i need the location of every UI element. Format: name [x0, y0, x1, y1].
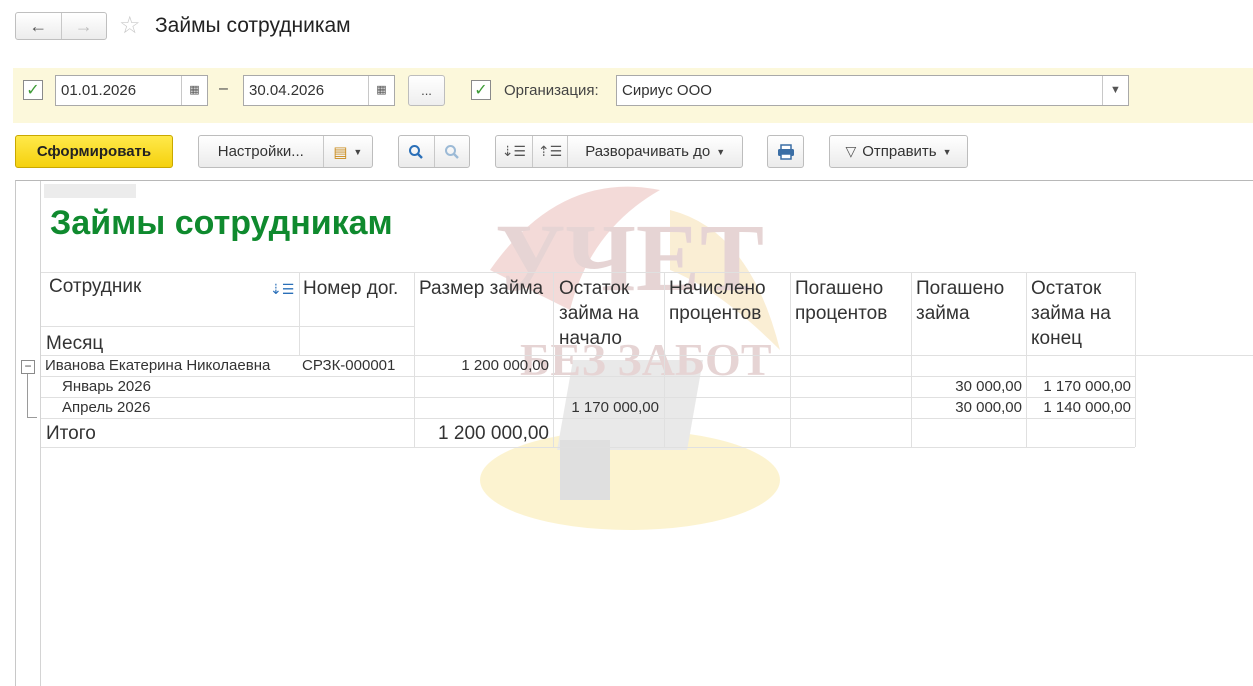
- collapse-group-icon[interactable]: −: [21, 360, 35, 374]
- generate-button[interactable]: Сформировать: [15, 135, 173, 168]
- expand-to-label: Разворачивать до: [585, 143, 711, 160]
- table-row-loan-repaid[interactable]: 30 000,00: [911, 378, 1022, 395]
- period-select-button[interactable]: ...: [408, 75, 445, 106]
- column-header-loan-repaid[interactable]: Погашено займа: [916, 276, 1024, 326]
- group-row-loan-amount[interactable]: 1 200 000,00: [414, 357, 549, 374]
- settings-button-group: Настройки... ▤ ▼: [198, 135, 373, 168]
- report-variant-icon: ▤: [333, 143, 348, 161]
- print-button[interactable]: [767, 135, 804, 168]
- grid-line: [41, 418, 1135, 419]
- settings-button[interactable]: Настройки...: [199, 143, 323, 160]
- grid-line: [299, 272, 300, 356]
- printer-icon: [777, 143, 794, 160]
- grid-line: [911, 272, 912, 447]
- table-row-month[interactable]: Январь 2026: [62, 378, 151, 395]
- search-icon: [409, 144, 424, 159]
- date-to-value: 30.04.2026: [249, 82, 325, 99]
- report-title: Займы сотрудникам: [50, 204, 393, 242]
- grid-line: [41, 272, 1135, 273]
- column-header-month[interactable]: Месяц: [46, 331, 103, 356]
- chevron-down-icon: ▼: [942, 146, 952, 157]
- chevron-down-icon: ▼: [716, 146, 726, 157]
- date-from-value: 01.01.2026: [61, 82, 137, 99]
- column-header-loan-amount[interactable]: Размер займа: [419, 276, 551, 301]
- date-from-field[interactable]: 01.01.2026 ▦: [55, 75, 208, 106]
- column-header-balance-start[interactable]: Остаток займа на начало: [559, 276, 663, 351]
- grid-line: [1135, 272, 1136, 447]
- organization-label: Организация:: [504, 82, 599, 99]
- grid-line: [41, 397, 1135, 398]
- calendar-icon[interactable]: ▦: [368, 76, 394, 105]
- search-button-group: [398, 135, 470, 168]
- favorite-star-icon[interactable]: ☆: [119, 12, 141, 40]
- collapse-icon: ⇣☰: [501, 143, 526, 159]
- variant-dropdown-button[interactable]: ▤ ▼: [322, 136, 372, 167]
- back-arrow-icon[interactable]: ←: [16, 13, 61, 39]
- table-row-loan-repaid[interactable]: 30 000,00: [911, 399, 1022, 416]
- collapse-groups-button[interactable]: ⇣☰: [496, 143, 532, 160]
- chevron-down-icon: ▼: [353, 146, 363, 157]
- column-header-interest-accrued[interactable]: Начислено процентов: [669, 276, 789, 326]
- grid-line: [553, 272, 554, 447]
- total-loan-amount[interactable]: 1 200 000,00: [414, 423, 549, 445]
- table-row-month[interactable]: Апрель 2026: [62, 399, 150, 416]
- grid-line: [790, 272, 791, 447]
- group-row-employee[interactable]: Иванова Екатерина Николаевна: [45, 357, 270, 374]
- table-row-balance-end[interactable]: 1 170 000,00: [1026, 378, 1131, 395]
- clear-search-icon: [444, 144, 459, 159]
- grouping-button-group: ⇣☰ ⇡☰ Разворачивать до ▼: [495, 135, 743, 168]
- expand-groups-button[interactable]: ⇡☰: [531, 136, 568, 167]
- report-area[interactable]: [15, 180, 1253, 686]
- calendar-icon[interactable]: ▦: [181, 76, 207, 105]
- grid-line: [41, 326, 414, 327]
- dropdown-arrow-icon[interactable]: ▼: [1102, 76, 1128, 105]
- grouping-gutter: [40, 181, 41, 686]
- organization-field[interactable]: Сириус ООО ▼: [616, 75, 1129, 106]
- send-label: Отправить: [862, 143, 937, 160]
- expand-icon: ⇡☰: [537, 143, 563, 159]
- column-header-balance-end[interactable]: Остаток займа на конец: [1031, 276, 1133, 351]
- grid-line: [41, 376, 1135, 377]
- table-row-balance-start[interactable]: 1 170 000,00: [553, 399, 659, 416]
- forward-arrow-icon[interactable]: →: [60, 13, 107, 39]
- send-button[interactable]: ▽ Отправить ▼: [829, 135, 968, 168]
- column-header-contract[interactable]: Номер дог.: [303, 276, 411, 301]
- group-row-contract[interactable]: СРЗК-000001: [302, 357, 395, 374]
- clear-search-button[interactable]: [433, 136, 469, 167]
- tree-line: [27, 374, 28, 417]
- grid-line: [664, 272, 665, 447]
- organization-checkbox[interactable]: ✓: [471, 80, 491, 100]
- column-header-interest-repaid[interactable]: Погашено процентов: [795, 276, 909, 326]
- navigation-buttons: ← →: [15, 12, 107, 40]
- send-icon: ▽: [845, 143, 857, 159]
- search-button[interactable]: [399, 144, 434, 160]
- period-checkbox[interactable]: ✓: [23, 80, 43, 100]
- grid-line: [41, 447, 1135, 448]
- tree-line: [27, 417, 37, 418]
- date-range-dash: –: [219, 80, 228, 97]
- table-row-balance-end[interactable]: 1 140 000,00: [1026, 399, 1131, 416]
- organization-value: Сириус ООО: [622, 82, 712, 99]
- report-header-strip: [44, 184, 136, 198]
- grid-line: [41, 355, 1253, 356]
- total-label: Итого: [46, 423, 96, 444]
- sort-icon[interactable]: ⇣☰: [270, 281, 294, 298]
- page-title: Займы сотрудникам: [155, 14, 351, 37]
- grid-line: [1026, 272, 1027, 447]
- date-to-field[interactable]: 30.04.2026 ▦: [243, 75, 395, 106]
- expand-to-button[interactable]: Разворачивать до ▼: [567, 136, 742, 167]
- column-header-employee[interactable]: Сотрудник: [49, 274, 141, 299]
